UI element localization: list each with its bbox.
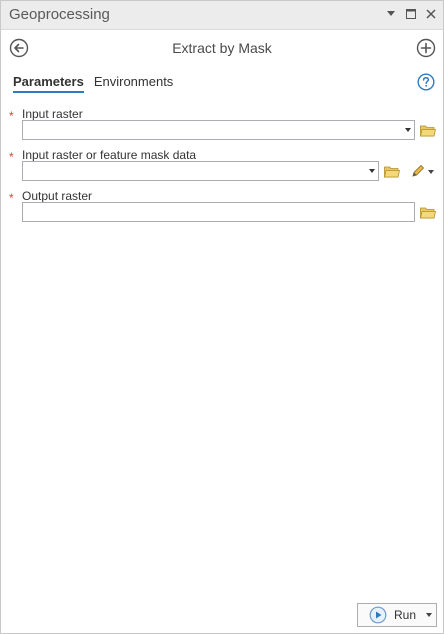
chevron-down-icon[interactable]	[369, 169, 375, 173]
help-circle-icon[interactable]	[417, 73, 435, 91]
input-raster-dropdown[interactable]	[22, 120, 415, 140]
run-dropdown-chevron-icon[interactable]	[426, 613, 432, 617]
maximize-icon[interactable]	[405, 7, 417, 21]
tool-header: Extract by Mask	[1, 37, 443, 61]
close-icon[interactable]	[425, 7, 437, 21]
param-input-raster: * Input raster	[9, 107, 437, 143]
geoprocessing-pane: Geoprocessing Extract by Mask Parameters…	[0, 0, 444, 634]
pane-title-bar: Geoprocessing	[1, 1, 443, 30]
output-raster-input[interactable]	[22, 202, 415, 222]
required-marker: *	[9, 191, 14, 205]
mask-data-dropdown[interactable]	[22, 161, 379, 181]
play-circle-icon	[366, 604, 390, 626]
tool-title: Extract by Mask	[172, 40, 272, 56]
plus-circle-icon[interactable]	[416, 38, 436, 58]
param-output-raster: * Output raster	[9, 189, 437, 225]
folder-icon[interactable]	[419, 121, 437, 139]
run-button[interactable]: Run	[357, 603, 437, 627]
pane-menu-dropdown-icon[interactable]	[385, 7, 397, 21]
folder-icon[interactable]	[383, 162, 401, 180]
param-label-output-raster: Output raster	[22, 189, 93, 203]
pane-title: Geoprocessing	[9, 6, 110, 23]
tab-parameters[interactable]: Parameters	[13, 74, 84, 93]
required-marker: *	[9, 109, 14, 123]
run-button-label: Run	[394, 608, 417, 622]
tab-strip: Parameters Environments	[13, 74, 173, 93]
tab-environments[interactable]: Environments	[94, 74, 173, 93]
param-mask-data: * Input raster or feature mask data	[9, 148, 435, 184]
chevron-down-icon[interactable]	[405, 128, 411, 132]
param-label-input-raster: Input raster	[22, 107, 83, 121]
folder-icon[interactable]	[419, 203, 437, 221]
param-label-mask-data: Input raster or feature mask data	[22, 148, 197, 162]
required-marker: *	[9, 150, 14, 164]
sketch-dropdown-chevron-icon[interactable]	[428, 170, 434, 174]
pencil-icon[interactable]	[409, 162, 427, 180]
